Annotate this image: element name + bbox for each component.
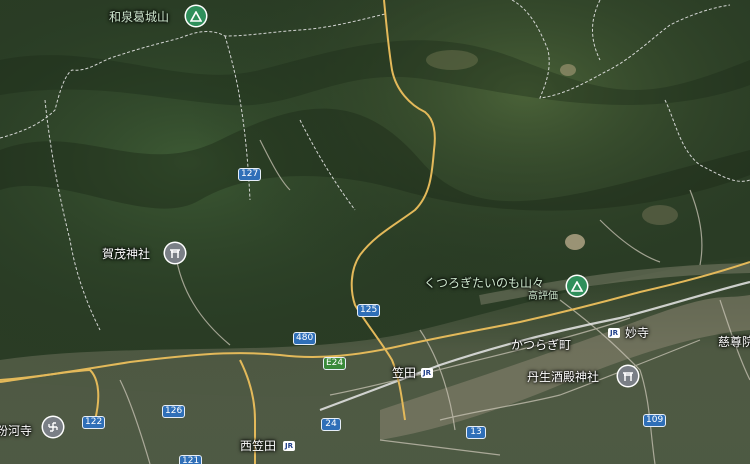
temple-poi-kokawadera[interactable] [43,417,63,437]
route-shield-24[interactable]: 24 [321,418,341,431]
route-shield-126[interactable]: 126 [162,405,186,418]
place-label-kouhyouka: 高評価 [528,291,558,302]
shrine-label-nyu-sakadono[interactable]: 丹生酒殿神社 [527,371,599,383]
mountain-label-kutsurogi[interactable]: くつろぎたいのも山々 [424,277,544,289]
route-shield-480[interactable]: 480 [293,332,317,345]
route-shield-121[interactable]: 121 [179,455,203,464]
station-label-kaseda[interactable]: 笠田 [392,367,416,379]
station-label-myoji[interactable]: 妙寺 [625,327,649,339]
mountain-poi-kutsurogi[interactable] [567,276,587,296]
torii-icon [170,248,180,258]
shrine-label-kamo[interactable]: 賀茂神社 [102,248,150,260]
mountain-poi-izumi-katsuragi[interactable] [186,6,206,26]
route-shield-13[interactable]: 13 [466,426,486,439]
jr-station-icon: JR [421,368,433,378]
jr-station-icon: JR [283,441,295,451]
town-label-katsuragi[interactable]: かつらぎ町 [511,339,571,351]
main-roads [0,0,750,464]
expressway-shield-e24[interactable]: E24 [323,357,347,370]
satellite-map[interactable]: 127 125 480 E24 126 122 24 13 109 121 和泉… [0,0,750,464]
route-shield-109[interactable]: 109 [643,414,667,427]
jr-station-icon: JR [608,328,620,338]
mountain-icon [571,280,583,292]
admin-boundaries [0,0,750,331]
temple-label-kokawadera[interactable]: 粉河寺 [0,425,32,437]
mountain-label-izumi-katsuragi[interactable]: 和泉葛城山 [109,11,169,23]
shrine-poi-kamo[interactable] [165,243,185,263]
town-label-jisonin[interactable]: 慈尊院 [718,336,750,348]
route-shield-125[interactable]: 125 [357,304,381,317]
shrine-poi-nyu-sakadono[interactable] [618,366,638,386]
torii-icon [623,371,633,381]
manji-icon [48,422,58,432]
mountain-icon [190,10,202,22]
route-shield-122[interactable]: 122 [82,416,106,429]
road-network-layer [0,0,750,464]
route-shield-127[interactable]: 127 [238,168,262,181]
station-label-nishi-kaseda[interactable]: 西笠田 [240,440,276,452]
